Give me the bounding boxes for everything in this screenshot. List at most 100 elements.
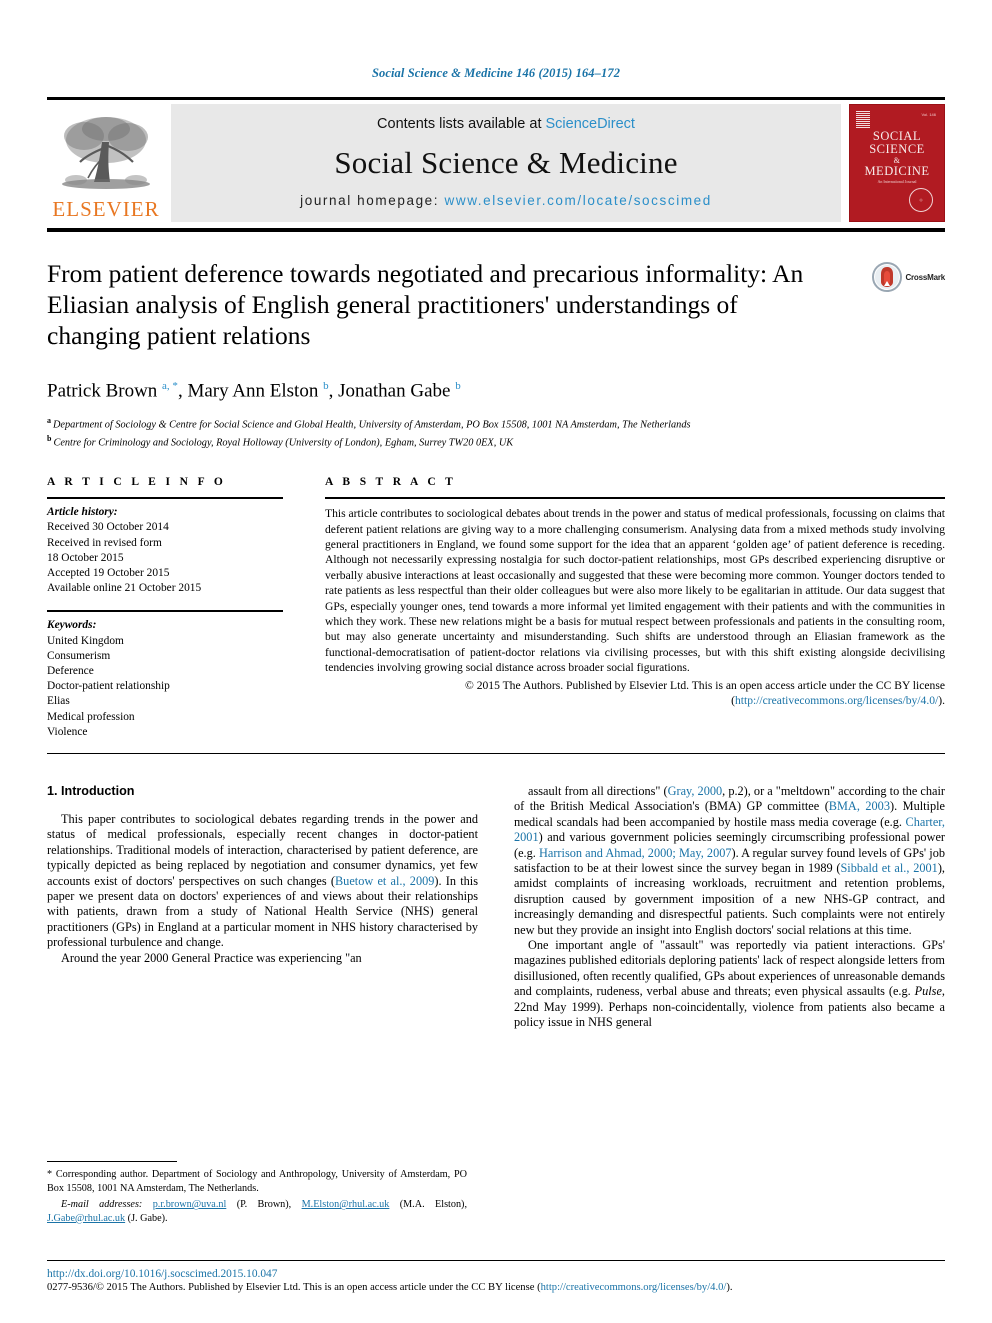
article-history-item: Received in revised form bbox=[47, 536, 162, 549]
copyright-text: © 2015 The Authors. Published by Elsevie… bbox=[465, 678, 945, 692]
abstract-bottom-rule bbox=[47, 753, 945, 755]
body-column-left: 1. Introduction This paper contributes t… bbox=[47, 784, 478, 1031]
author-list: Patrick Brown a, *, Mary Ann Elston b, J… bbox=[47, 380, 461, 402]
article-history-item: Accepted 19 October 2015 bbox=[47, 566, 170, 579]
footnote-rule bbox=[47, 1161, 177, 1163]
author-affiliation-marker: b bbox=[455, 380, 461, 392]
citation-link[interactable]: Gray, 2000 bbox=[668, 784, 723, 798]
license-close: ). bbox=[938, 694, 945, 708]
email-owner: (P. Brown), bbox=[226, 1199, 302, 1211]
crossmark-icon bbox=[872, 262, 903, 292]
title-block: From patient deference towards negotiate… bbox=[47, 258, 945, 450]
issn-text: 0277-9536/© 2015 The Authors. Published … bbox=[47, 1282, 541, 1293]
journal-homepage-link[interactable]: www.elsevier.com/locate/socscimed bbox=[445, 193, 712, 208]
italic-text: Pulse bbox=[914, 984, 942, 999]
affiliation-item: a Department of Sociology & Centre for S… bbox=[47, 414, 855, 432]
info-abstract-row: A R T I C L E I N F O Article history: Re… bbox=[47, 476, 945, 740]
cover-line-1: SOCIAL bbox=[872, 129, 922, 143]
elsevier-logo: ELSEVIER bbox=[47, 104, 165, 222]
citation-link[interactable]: Harrison and Ahmad, 2000; May, 2007 bbox=[539, 846, 732, 860]
citation-link[interactable]: Buetow et al., 2009 bbox=[335, 874, 434, 888]
affiliation-text: Department of Sociology & Centre for Soc… bbox=[53, 419, 691, 431]
affiliation-item: b Centre for Criminology and Sociology, … bbox=[47, 432, 855, 450]
keyword-item[interactable]: Elias bbox=[47, 694, 283, 709]
body-paragraph: assault from all directions" (Gray, 2000… bbox=[514, 784, 945, 938]
homepage-prefix: journal homepage: bbox=[300, 193, 445, 208]
email-owner: (M.A. Elston), bbox=[389, 1199, 467, 1211]
footer-rule bbox=[47, 1260, 945, 1261]
contents-lists-line: Contents lists available at ScienceDirec… bbox=[377, 116, 635, 132]
body-paragraph: Around the year 2000 General Practice wa… bbox=[47, 951, 478, 966]
article-info-column: A R T I C L E I N F O Article history: Re… bbox=[47, 476, 283, 740]
keyword-item[interactable]: Doctor-patient relationship bbox=[47, 679, 283, 694]
cover-barcode-icon bbox=[856, 111, 870, 129]
email-label: E-mail addresses: bbox=[61, 1199, 153, 1211]
author-name[interactable]: Mary Ann Elston bbox=[187, 380, 323, 401]
keyword-item[interactable]: United Kingdom bbox=[47, 634, 283, 649]
article-history-label: Article history: bbox=[47, 506, 118, 519]
issn-copyright-line: 0277-9536/© 2015 The Authors. Published … bbox=[47, 1281, 945, 1295]
article-history-item: Received 30 October 2014 bbox=[47, 521, 169, 534]
elsevier-tree-icon bbox=[62, 117, 150, 189]
license-link[interactable]: http://creativecommons.org/licenses/by/4… bbox=[735, 694, 938, 707]
body-paragraph: One important angle of "assault" was rep… bbox=[514, 938, 945, 1030]
email-link[interactable]: M.Elston@rhul.ac.uk bbox=[302, 1199, 390, 1210]
keyword-item[interactable]: Medical profession bbox=[47, 710, 283, 725]
article-history-item: 18 October 2015 bbox=[47, 551, 124, 564]
elsevier-wordmark: ELSEVIER bbox=[52, 197, 160, 221]
cover-subtitle: An International Journal bbox=[877, 179, 917, 184]
journal-masthead: ELSEVIER Contents lists available at Sci… bbox=[47, 104, 945, 222]
journal-homepage-line: journal homepage: www.elsevier.com/locat… bbox=[300, 193, 712, 208]
author-name[interactable]: Patrick Brown bbox=[47, 380, 162, 401]
email-addresses-note: E-mail addresses: p.r.brown@uva.nl (P. B… bbox=[47, 1198, 467, 1225]
abstract-column: A B S T R A C T This article contributes… bbox=[325, 476, 945, 740]
crossmark-badge[interactable]: CrossMark bbox=[855, 258, 945, 450]
masthead-top-rule bbox=[47, 97, 945, 100]
cover-line-3: MEDICINE bbox=[864, 164, 930, 178]
crossmark-label: CrossMark bbox=[905, 272, 945, 282]
author-name[interactable]: Jonathan Gabe bbox=[338, 380, 455, 401]
keyword-item[interactable]: Consumerism bbox=[47, 649, 283, 664]
cover-corner-label: Vol. 146 bbox=[921, 112, 936, 117]
corresponding-author-note: * Corresponding author. Department of So… bbox=[47, 1169, 467, 1194]
doi-link[interactable]: http://dx.doi.org/10.1016/j.socscimed.20… bbox=[47, 1267, 945, 1281]
abstract-heading: A B S T R A C T bbox=[325, 476, 457, 489]
citation-link[interactable]: Sibbald et al., 2001 bbox=[840, 861, 937, 875]
affiliation-text: Centre for Criminology and Sociology, Ro… bbox=[53, 437, 514, 449]
masthead-bottom-rule bbox=[47, 228, 945, 232]
email-link[interactable]: p.r.brown@uva.nl bbox=[153, 1199, 227, 1210]
body-column-right: assault from all directions" (Gray, 2000… bbox=[514, 784, 945, 1031]
author-affiliation-marker: a, * bbox=[162, 380, 178, 392]
body-paragraph: This paper contributes to sociological d… bbox=[47, 812, 478, 951]
sciencedirect-link[interactable]: ScienceDirect bbox=[546, 116, 635, 132]
article-history: Article history: Received 30 October 2014… bbox=[47, 499, 283, 596]
footer-license-link[interactable]: http://creativecommons.org/licenses/by/4… bbox=[541, 1282, 727, 1293]
keywords-label: Keywords: bbox=[47, 619, 97, 632]
masthead-center-band: Contents lists available at ScienceDirec… bbox=[171, 104, 841, 222]
journal-title: Social Science & Medicine bbox=[334, 144, 678, 180]
cover-line-2: SCIENCE bbox=[869, 142, 925, 156]
article-history-item: Available online 21 October 2015 bbox=[47, 582, 202, 595]
email-owner: (J. Gabe). bbox=[125, 1212, 168, 1224]
keyword-item[interactable]: Violence bbox=[47, 725, 283, 740]
citation-link[interactable]: BMA, 2003 bbox=[829, 799, 890, 813]
cover-seal-icon: ◎ bbox=[909, 188, 933, 212]
article-info-heading: A R T I C L E I N F O bbox=[47, 476, 227, 489]
page-footer: http://dx.doi.org/10.1016/j.socscimed.20… bbox=[47, 1260, 945, 1295]
article-page: Social Science & Medicine 146 (2015) 164… bbox=[0, 0, 992, 1323]
left-column-paragraphs: This paper contributes to sociological d… bbox=[47, 812, 478, 966]
contents-prefix: Contents lists available at bbox=[377, 116, 546, 132]
body-text: assault from all directions" ( bbox=[528, 784, 668, 799]
keywords-block: Keywords: United Kingdom Consumerism Defere… bbox=[47, 612, 283, 740]
affiliation-list: a Department of Sociology & Centre for S… bbox=[47, 414, 855, 450]
right-column-paragraphs: assault from all directions" (Gray, 2000… bbox=[514, 784, 945, 1031]
footnote-area: * Corresponding author. Department of So… bbox=[47, 1161, 467, 1225]
journal-cover-thumbnail[interactable]: Vol. 146 SOCIAL SCIENCE & MEDICINE An In… bbox=[849, 104, 945, 222]
author-affiliation-marker: b bbox=[323, 380, 329, 392]
email-link[interactable]: J.Gabe@rhul.ac.uk bbox=[47, 1213, 125, 1224]
keyword-item[interactable]: Deference bbox=[47, 664, 283, 679]
body-text: Around the year 2000 General Practice wa… bbox=[61, 950, 362, 965]
running-head: Social Science & Medicine 146 (2015) 164… bbox=[371, 66, 621, 80]
cover-title: SOCIAL SCIENCE & MEDICINE bbox=[850, 130, 944, 178]
footer-license-close: ). bbox=[726, 1282, 733, 1293]
